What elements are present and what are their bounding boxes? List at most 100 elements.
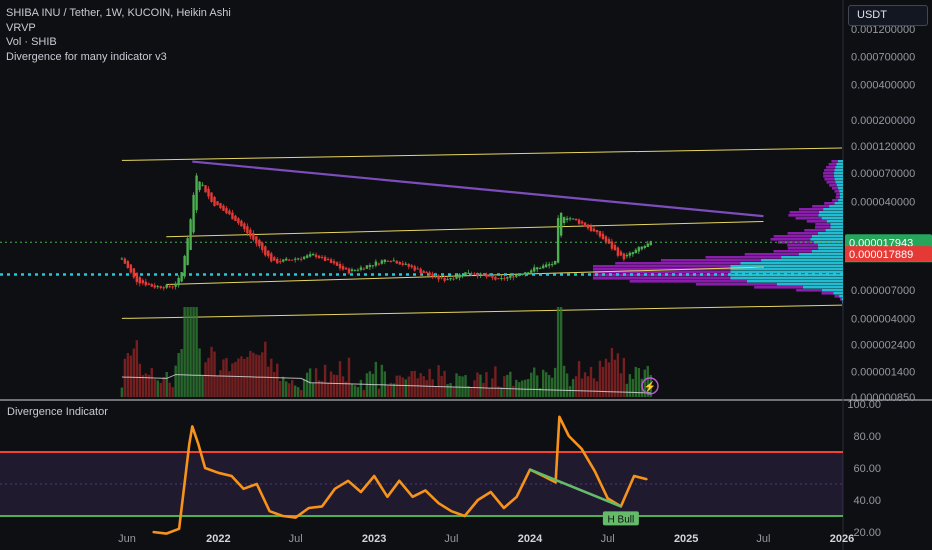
volume-bar: [156, 380, 159, 397]
volume-bar: [547, 375, 551, 397]
volume-bar: [601, 366, 605, 397]
oscillator-point: [646, 478, 648, 481]
volume-bar: [559, 307, 563, 397]
vp-bar-up: [818, 214, 843, 217]
currency-selector[interactable]: USDT: [848, 5, 928, 26]
candle-body: [386, 260, 390, 262]
candle-body: [458, 274, 461, 278]
oscillator-point: [321, 505, 323, 508]
oscillator-point: [503, 507, 505, 509]
candle-body: [305, 255, 309, 258]
volume-bar: [410, 371, 413, 397]
time-tick-label: 2022: [206, 533, 230, 545]
indicator-volume[interactable]: Vol · SHIB: [6, 35, 231, 50]
volume-bar: [580, 378, 584, 397]
oscillator-point: [188, 443, 191, 445]
volume-bar: [183, 307, 186, 397]
candle-body: [201, 184, 204, 186]
vp-bar-down: [789, 211, 819, 214]
volume-bar: [589, 366, 593, 397]
oscillator-point: [204, 467, 206, 469]
volume-bar: [353, 385, 357, 397]
candle-body: [234, 215, 237, 221]
time-tick-label: Jul: [756, 533, 770, 545]
candle-body: [571, 218, 575, 220]
candle-body: [506, 277, 509, 279]
volume-bar: [482, 382, 485, 397]
candle-body: [613, 244, 617, 251]
candle-body: [503, 278, 506, 280]
volume-bar: [533, 367, 536, 397]
candle-body: [270, 253, 273, 262]
vp-bar-down: [823, 172, 835, 175]
candle-body: [544, 264, 548, 267]
oscillator-point: [165, 532, 168, 535]
volume-bar: [290, 380, 294, 397]
vp-bar-down: [831, 160, 838, 163]
trendline: [192, 160, 764, 218]
vp-bar-down: [828, 163, 837, 166]
vp-bar-up: [839, 196, 843, 199]
channel-line: [166, 221, 764, 238]
candle-body: [162, 287, 165, 289]
candle-body: [189, 219, 192, 250]
vp-bar-up: [839, 295, 843, 298]
candle-body: [443, 277, 446, 281]
candle-body: [488, 275, 491, 277]
candle-body: [583, 222, 587, 227]
candle-body: [350, 269, 354, 271]
indicator-vrvp[interactable]: VRVP: [6, 21, 231, 36]
indicator-divergence[interactable]: Divergence for many indicator v3: [6, 50, 231, 65]
candle-body: [279, 261, 282, 263]
candle-body: [574, 218, 578, 221]
volume-bar: [428, 368, 431, 397]
candle-body: [183, 255, 186, 277]
volume-bar: [407, 376, 410, 397]
volume-bar: [374, 361, 378, 397]
vp-bar-down: [593, 277, 731, 280]
vp-bar-down: [834, 295, 840, 298]
vp-bar-up: [841, 298, 843, 301]
vp-bar-up: [818, 247, 843, 250]
candle-body: [398, 262, 401, 265]
volume-bar: [446, 384, 449, 397]
volume-bar: [186, 307, 189, 397]
volume-bar: [553, 367, 557, 397]
price-tick-label: 0.000070000: [851, 168, 915, 180]
candle-body: [410, 265, 413, 268]
candle-body: [455, 276, 458, 279]
time-tick-label: 2025: [674, 533, 698, 545]
volume-bar: [512, 385, 515, 397]
candle-body: [592, 228, 596, 232]
candle-body: [246, 226, 249, 234]
vp-bar-down: [826, 166, 836, 169]
vp-bar-down: [744, 253, 799, 256]
volume-bar: [568, 386, 572, 397]
vp-bar-down: [695, 283, 777, 286]
price-chart[interactable]: 0.0012000000.0007000000.0004000000.00020…: [0, 0, 932, 550]
candle-body: [395, 260, 398, 264]
price-tick-label: 0.000120000: [851, 141, 915, 153]
candle-body: [515, 274, 518, 277]
candle-body: [649, 241, 652, 246]
volume-bar: [198, 348, 201, 397]
candle-body: [509, 275, 512, 278]
price-tick-label: 0.000040000: [851, 197, 915, 209]
volume-bar: [562, 365, 566, 397]
vp-bar-down: [796, 289, 822, 292]
oscillator-point: [347, 480, 349, 482]
vp-bar-up: [838, 187, 843, 190]
candle-body: [479, 273, 482, 276]
candle-body: [452, 278, 455, 280]
volume-bar: [592, 378, 596, 397]
candle-body: [365, 265, 369, 269]
candle-body: [264, 246, 267, 256]
volume-bar: [282, 376, 285, 397]
volume-bar: [255, 354, 258, 397]
oscillator-point: [373, 475, 375, 477]
time-tick-label: 2026: [830, 533, 854, 545]
candle-body: [541, 265, 545, 269]
volume-bar: [243, 358, 246, 397]
volume-bar: [419, 373, 422, 397]
volume-bar: [165, 371, 168, 397]
